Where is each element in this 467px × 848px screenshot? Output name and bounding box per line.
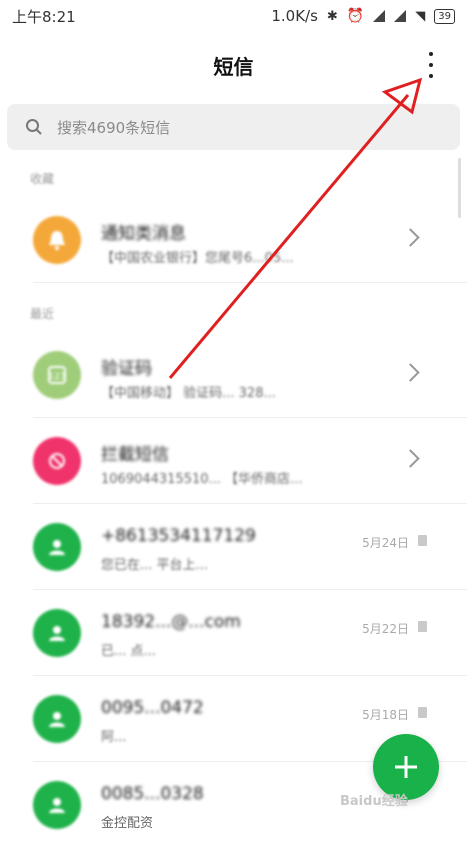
sim-icon bbox=[418, 621, 427, 632]
item-preview: 【中国农业银行】您尾号6...05... bbox=[101, 251, 294, 266]
avatar bbox=[33, 609, 81, 657]
item-preview: 金控配资 bbox=[101, 816, 154, 831]
item-title: 验证码 bbox=[101, 359, 152, 379]
person-icon bbox=[49, 712, 65, 727]
person-icon bbox=[49, 626, 65, 641]
avatar bbox=[33, 695, 81, 743]
signal-icon-2 bbox=[394, 10, 407, 22]
item-title: 拦截短信 bbox=[101, 445, 169, 465]
battery-icon: 39 bbox=[434, 8, 455, 24]
bell-icon bbox=[49, 231, 65, 250]
chevron-right-icon bbox=[401, 228, 420, 247]
list-item[interactable]: 拦截短信 1069044315510... 【华侨商店... bbox=[0, 418, 467, 504]
item-title: 0095...0472 bbox=[101, 698, 204, 718]
person-icon bbox=[49, 540, 65, 555]
item-date: 5月22日 bbox=[362, 622, 409, 636]
item-preview: 您已在... 平台上... bbox=[101, 558, 208, 573]
avatar: 123 bbox=[33, 351, 81, 399]
item-preview: 1069044315510... 【华侨商店... bbox=[101, 472, 303, 487]
item-date: 5月24日 bbox=[362, 536, 409, 550]
sim-icon bbox=[418, 707, 427, 718]
app-header: 短信 bbox=[0, 40, 467, 90]
status-time: 上午8:21 bbox=[12, 7, 76, 26]
status-bar: 上午8:21 1.0K/s ✱ ⏰ ◥ 39 bbox=[0, 0, 467, 32]
code-icon: 123 bbox=[48, 366, 66, 384]
list-item[interactable]: 通知类消息 【中国农业银行】您尾号6...05... bbox=[0, 197, 467, 283]
chevron-right-icon bbox=[401, 449, 420, 468]
item-date: 5月18日 bbox=[362, 708, 409, 722]
watermark: Baidu经验 bbox=[340, 794, 408, 809]
alarm-icon: ⏰ bbox=[346, 8, 365, 24]
svg-text:123: 123 bbox=[48, 372, 65, 382]
bluetooth-icon: ✱ bbox=[326, 8, 338, 24]
signal-icon bbox=[373, 10, 386, 22]
item-title: 通知类消息 bbox=[101, 224, 186, 244]
list-item[interactable]: 123 验证码 【中国移动】 验证码... 328... bbox=[0, 332, 467, 418]
plus-icon bbox=[395, 756, 417, 778]
block-icon bbox=[49, 453, 65, 469]
page-title: 短信 bbox=[213, 54, 254, 79]
avatar bbox=[33, 437, 81, 485]
item-preview: 已... 点... bbox=[101, 644, 156, 659]
item-title: 18392...@...com bbox=[101, 612, 241, 632]
item-title: 0085...0328 bbox=[101, 784, 204, 804]
item-preview: 阿... bbox=[101, 730, 127, 745]
search-placeholder: 搜索4690条短信 bbox=[57, 118, 171, 137]
search-input[interactable]: 搜索4690条短信 bbox=[7, 104, 460, 150]
person-icon bbox=[49, 798, 65, 813]
avatar bbox=[33, 781, 81, 829]
avatar bbox=[33, 216, 81, 264]
section-label-pinned: 收藏 bbox=[30, 172, 55, 186]
item-preview: 【中国移动】 验证码... 328... bbox=[101, 386, 276, 401]
list-item[interactable]: +8613534117129 您已在... 平台上... 5月24日 bbox=[0, 504, 467, 590]
avatar bbox=[33, 523, 81, 571]
list-item[interactable]: 18392...@...com 已... 点... 5月22日 bbox=[0, 590, 467, 676]
chevron-right-icon bbox=[401, 363, 420, 382]
status-icons: 1.0K/s ✱ ⏰ ◥ 39 bbox=[271, 7, 455, 25]
network-speed: 1.0K/s bbox=[271, 7, 318, 25]
item-title: +8613534117129 bbox=[101, 526, 256, 546]
wifi-icon: ◥ bbox=[415, 8, 426, 24]
section-label-recent: 最近 bbox=[30, 307, 55, 321]
search-icon bbox=[26, 119, 42, 135]
divider bbox=[33, 282, 467, 283]
sim-icon bbox=[418, 535, 427, 546]
more-options-icon[interactable] bbox=[423, 52, 439, 78]
